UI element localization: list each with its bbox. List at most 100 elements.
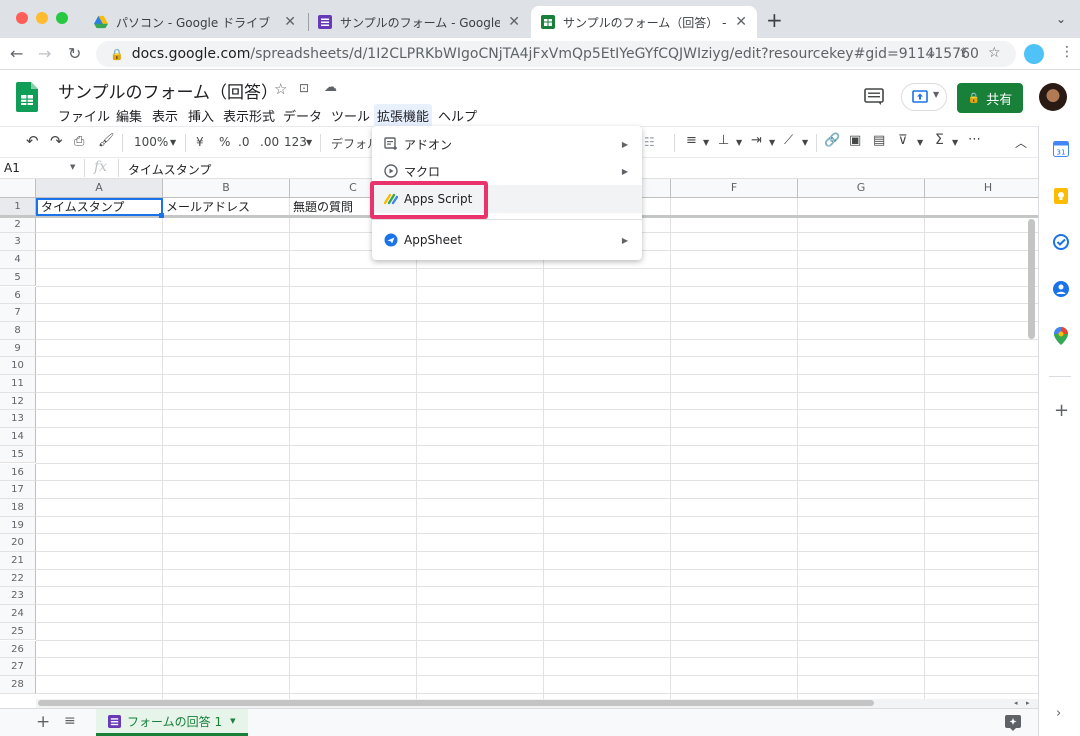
expand-panel-icon[interactable]: › [1056,706,1061,721]
tasks-icon[interactable] [1053,234,1069,250]
maximize-window-button[interactable] [56,12,68,24]
all-sheets-icon[interactable]: ≡ [64,713,76,729]
row-header[interactable]: 19 [0,516,36,535]
menu-view[interactable]: 表示 [149,104,181,127]
select-all-corner[interactable] [0,179,36,198]
extension-icon[interactable] [1024,44,1044,64]
menu-data[interactable]: データ [280,104,325,127]
forward-icon[interactable]: → [38,44,51,63]
percent-format-button[interactable]: % [219,135,230,149]
tab-sheets[interactable]: サンプルのフォーム（回答） - Goo ✕ [531,6,757,38]
undo-icon[interactable]: ↶ [26,132,39,150]
row-header[interactable]: 2 [0,215,36,234]
add-sheet-icon[interactable]: + [36,712,50,732]
maps-icon[interactable] [1054,327,1068,345]
currency-format-button[interactable]: ¥ [196,135,204,149]
align-horizontal-icon[interactable]: ≡ [686,133,697,148]
tab-drive[interactable]: パソコン - Google ドライブ ✕ [84,6,306,38]
browser-menu-icon[interactable]: ⋮ [1060,44,1074,60]
row-header[interactable]: 3 [0,233,36,252]
present-button[interactable]: ▼ [901,83,947,111]
row-header[interactable]: 11 [0,375,36,393]
row-header[interactable]: 20 [0,534,36,552]
scroll-left-icon[interactable]: ◂ [1014,699,1018,707]
menu-file[interactable]: ファイル [55,104,113,127]
row-header[interactable]: 12 [0,392,36,411]
minimize-window-button[interactable] [36,12,48,24]
sheet-tab-active[interactable]: フォームの回答 1 ▼ [96,709,248,736]
row-header[interactable]: 8 [0,321,36,340]
comment-history-icon[interactable] [864,88,884,106]
text-rotate-icon[interactable]: ⟋ [784,133,793,148]
sheets-logo-icon[interactable] [16,82,38,112]
row-header[interactable]: 13 [0,410,36,429]
explore-icon[interactable] [1005,715,1021,731]
cell-area[interactable] [36,198,1038,699]
doc-title[interactable]: サンプルのフォーム（回答） [58,78,278,103]
row-header[interactable]: 10 [0,357,36,375]
zoom-icon[interactable]: ⌕ [928,46,936,62]
move-folder-icon[interactable]: ⊡ [299,81,309,95]
horizontal-scrollbar[interactable] [38,700,874,706]
row-header[interactable]: 14 [0,428,36,446]
row-header[interactable]: 24 [0,605,36,623]
url-bar[interactable]: 🔒 docs.google.com/spreadsheets/d/1I2CLPR… [96,41,1016,67]
close-icon[interactable]: ✕ [284,14,296,30]
menu-help[interactable]: ヘルプ [435,104,480,127]
keep-icon[interactable] [1053,188,1069,204]
new-tab-button[interactable]: + [766,8,783,32]
row-header[interactable]: 28 [0,675,36,694]
column-header[interactable]: F [671,179,798,198]
link-icon[interactable]: 🔗 [824,133,840,148]
decrease-decimal-button[interactable]: .0 [238,135,249,149]
reload-icon[interactable]: ↻ [68,44,81,63]
row-header[interactable]: 16 [0,463,36,482]
menu-edit[interactable]: 編集 [113,104,145,127]
row-header[interactable]: 15 [0,445,36,464]
column-header[interactable]: A [36,179,163,198]
name-box[interactable]: A1 [4,161,20,175]
share-page-icon[interactable]: ⇪ [958,46,969,61]
paint-format-icon[interactable]: 🖌 [98,133,115,148]
text-wrap-icon[interactable]: ⇥ [751,133,762,148]
column-header[interactable]: B [163,179,290,198]
back-icon[interactable]: ← [10,44,23,63]
menu-extensions[interactable]: 拡張機能 [374,104,433,127]
redo-icon[interactable]: ↷ [50,132,63,150]
close-icon[interactable]: ✕ [735,14,747,30]
formula-input[interactable]: タイムスタンプ [128,161,211,178]
calendar-icon[interactable]: 31 [1053,141,1069,157]
zoom-select[interactable]: 100% [134,135,168,149]
comment-icon[interactable]: ▣ [849,133,861,148]
column-header[interactable]: G [798,179,925,198]
merge-cells-icon[interactable]: ☷ [644,135,655,149]
more-formats-button[interactable]: 123 [284,135,307,149]
row-header[interactable]: 5 [0,268,36,287]
menu-item-addons[interactable]: アドオン ▶ [372,130,642,158]
menu-format[interactable]: 表示形式 [220,104,278,127]
chart-icon[interactable]: ▤ [873,133,885,148]
cell-a1[interactable]: タイムスタンプ [36,198,163,216]
more-icon[interactable]: ⋯ [968,132,981,147]
add-addon-icon[interactable]: + [1054,400,1069,421]
scroll-right-icon[interactable]: ▸ [1026,699,1030,707]
row-header[interactable]: 21 [0,552,36,570]
menu-item-appsheet[interactable]: AppSheet ▶ [372,226,642,254]
vertical-scrollbar[interactable] [1028,219,1035,339]
close-window-button[interactable] [16,12,28,24]
row-header[interactable]: 7 [0,304,36,322]
column-header[interactable]: H [925,179,1038,198]
row-header[interactable]: 27 [0,658,36,676]
row-header[interactable]: 6 [0,286,36,305]
filter-icon[interactable]: ⊽ [898,133,908,148]
contacts-icon[interactable] [1053,281,1069,297]
avatar[interactable] [1039,83,1067,111]
chevron-down-icon[interactable]: ⌄ [1056,12,1066,26]
share-button[interactable]: 🔒 共有 [957,83,1023,113]
row-header[interactable]: 4 [0,251,36,269]
cloud-status-icon[interactable]: ☁ [324,80,337,95]
align-vertical-icon[interactable]: ⊥ [718,133,729,148]
row-header[interactable]: 1 [0,198,36,216]
functions-icon[interactable]: Σ [935,132,944,148]
increase-decimal-button[interactable]: .00 [260,135,279,149]
